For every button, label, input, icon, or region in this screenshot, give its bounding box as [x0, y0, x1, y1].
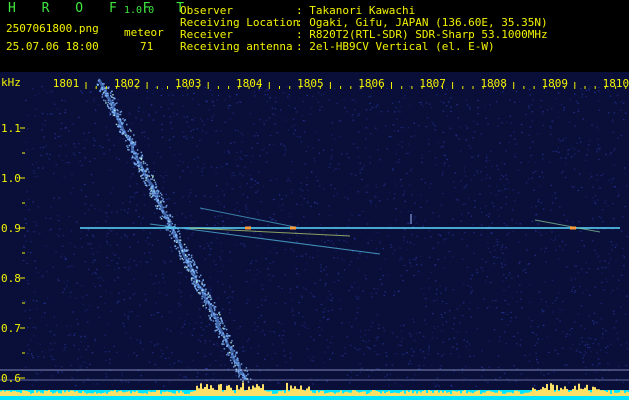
freq-unit-label: kHz — [1, 76, 21, 89]
meteor-count: 71 — [140, 40, 154, 53]
time-tick-label: 1802 — [114, 77, 141, 90]
freq-tick-label: 0.8 — [1, 272, 21, 285]
app-version: 1.0.0 — [124, 5, 155, 16]
time-tick-label: 1805 — [297, 77, 324, 90]
spectrogram: kHz 1.1 1.0 0.9 0.8 0.7 0.6 1801 1802 1803 1804 180… — [0, 72, 629, 400]
time-tick-label: 1806 — [358, 77, 385, 90]
freq-tick-label: 0.7 — [1, 322, 21, 335]
freq-tick-label: 1.1 — [1, 122, 21, 135]
antenna-value: : 2el-HB9CV Vertical (el. E-W) — [296, 40, 495, 53]
time-tick-label: 1807 — [419, 77, 446, 90]
freq-tick-label: 0.9 — [1, 222, 21, 235]
filename: 2507061800.png — [6, 22, 99, 35]
freq-tick-label: 0.6 — [1, 372, 21, 385]
time-tick-label: 1808 — [480, 77, 507, 90]
header-panel: H R O F F T 1.0.0 2507061800.png meteor … — [0, 0, 629, 72]
datetime: 25.07.06 18:00 — [6, 40, 99, 53]
time-tick-label: 1804 — [236, 77, 263, 90]
time-tick-label: 1809 — [542, 77, 569, 90]
app-logo: H R O F F T — [8, 1, 194, 16]
meteor-label: meteor — [124, 26, 164, 39]
time-tick-label: 1801 — [53, 77, 80, 90]
antenna-label: Receiving antenna — [180, 40, 293, 53]
freq-tick-label: 1.0 — [1, 172, 21, 185]
time-tick-label: 1810 — [603, 77, 629, 90]
time-tick-label: 1803 — [175, 77, 202, 90]
